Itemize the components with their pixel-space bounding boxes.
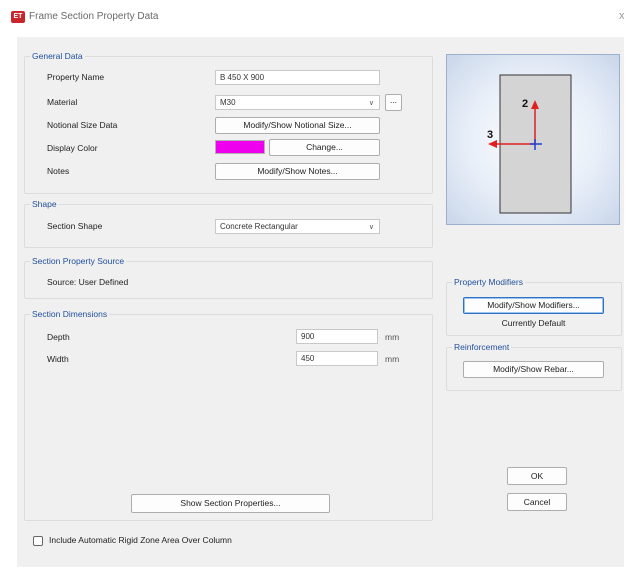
modify-rebar-button[interactable]: Modify/Show Rebar... (463, 361, 604, 378)
modifiers-status: Currently Default (501, 318, 566, 328)
notional-size-label: Notional Size Data (47, 120, 118, 130)
section-preview: 2 3 (446, 54, 620, 225)
window-title: Frame Section Property Data (29, 11, 159, 22)
general-data-title: General Data (30, 51, 85, 62)
axis-3-arrow-icon (488, 140, 497, 148)
width-unit: mm (385, 354, 400, 364)
material-label: Material (47, 97, 78, 107)
depth-field[interactable]: 900 (296, 329, 378, 344)
property-name-label: Property Name (47, 72, 105, 82)
ok-button[interactable]: OK (507, 467, 567, 485)
display-color-swatch[interactable] (215, 140, 265, 154)
change-color-button[interactable]: Change... (269, 139, 380, 156)
display-color-label: Display Color (47, 143, 98, 153)
axis-3-label: 3 (487, 129, 493, 141)
notes-label: Notes (47, 166, 70, 176)
depth-label: Depth (47, 332, 70, 342)
width-field[interactable]: 450 (296, 351, 378, 366)
chevron-down-icon: ∨ (368, 224, 374, 231)
rigid-zone-checkbox[interactable] (33, 536, 43, 546)
show-section-properties-button[interactable]: Show Section Properties... (131, 494, 330, 513)
property-name-field[interactable]: B 450 X 900 (215, 70, 380, 85)
material-select[interactable]: M30 ∨ (215, 95, 380, 110)
property-source-text: Source: User Defined (47, 277, 129, 287)
etabs-app-icon: ET (11, 11, 25, 23)
section-dimensions-group: Section Dimensions (24, 309, 433, 521)
notional-size-button[interactable]: Modify/Show Notional Size... (215, 117, 380, 134)
close-icon[interactable]: x (619, 10, 625, 22)
section-preview-drawing: 2 3 (487, 74, 572, 214)
title-bar: ET Frame Section Property Data x (0, 0, 629, 30)
axis-2-label: 2 (522, 98, 528, 110)
section-shape-select[interactable]: Concrete Rectangular ∨ (215, 219, 380, 234)
property-source-title: Section Property Source (30, 256, 127, 267)
section-dimensions-title: Section Dimensions (30, 309, 110, 320)
reinforcement-title: Reinforcement (452, 342, 512, 353)
material-select-value: M30 (220, 98, 236, 107)
shape-title: Shape (30, 199, 59, 210)
section-shape-value: Concrete Rectangular (220, 222, 298, 231)
notes-button[interactable]: Modify/Show Notes... (215, 163, 380, 180)
property-modifiers-title: Property Modifiers (452, 277, 525, 288)
chevron-down-icon: ∨ (368, 100, 374, 107)
rigid-zone-label[interactable]: Include Automatic Rigid Zone Area Over C… (49, 535, 232, 546)
width-label: Width (47, 354, 69, 364)
modify-modifiers-button[interactable]: Modify/Show Modifiers... (463, 297, 604, 314)
section-shape-label: Section Shape (47, 221, 103, 231)
material-browse-button[interactable]: ... (385, 94, 402, 111)
cancel-button[interactable]: Cancel (507, 493, 567, 511)
depth-unit: mm (385, 332, 400, 342)
